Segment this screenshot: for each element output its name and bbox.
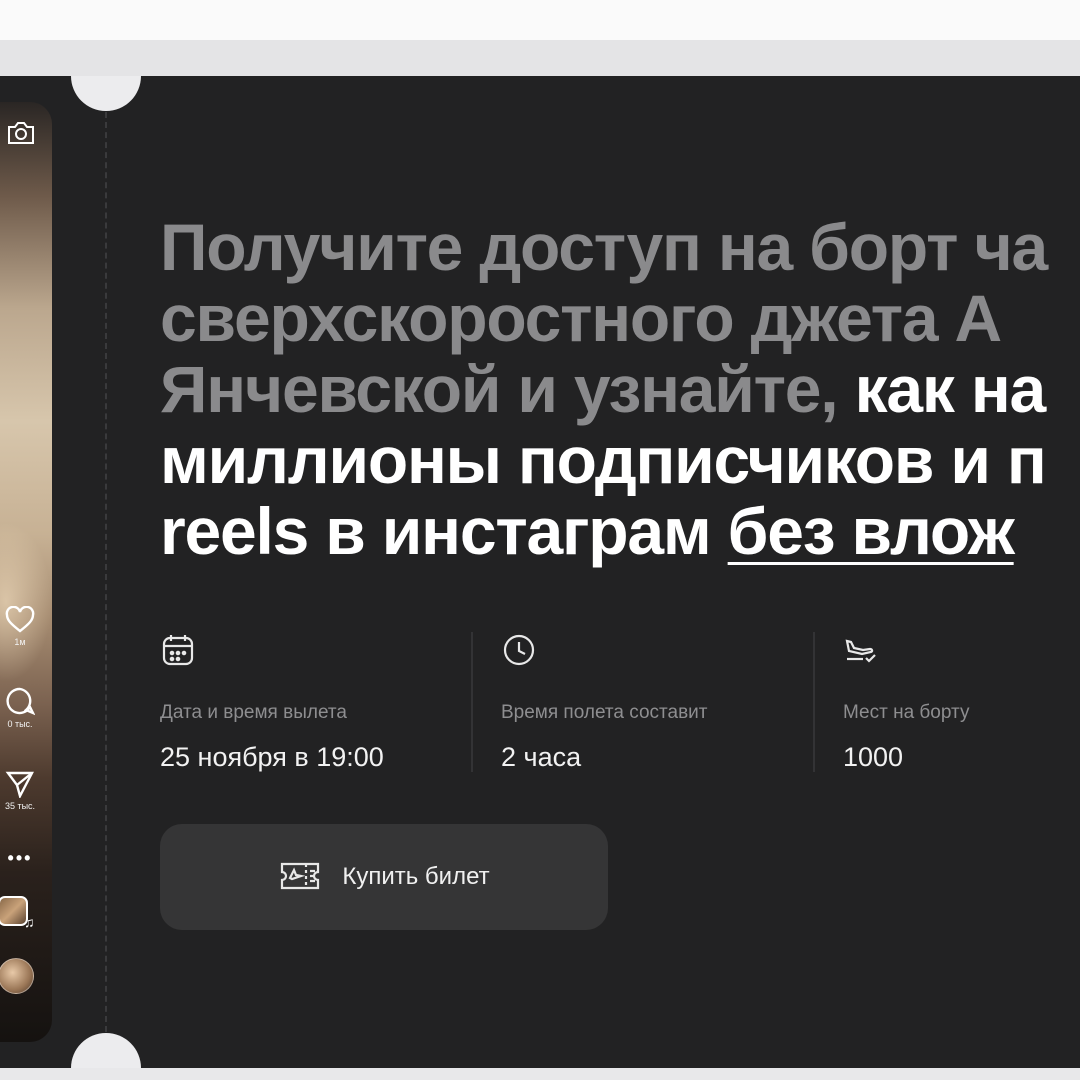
ticket-notch-bottom [71,1033,141,1068]
share-action[interactable]: 35 тыс. [0,770,40,811]
header-band [0,40,1080,76]
info-label: Дата и время вылета [160,702,347,723]
buy-ticket-button[interactable]: Купить билет [160,824,608,930]
ticket-perforation [105,112,107,1032]
comment-icon [6,687,35,716]
phone-light-glow [0,522,52,682]
ticket-icon [278,859,322,896]
comment-count: 0 тыс. [7,719,33,729]
share-count: 35 тыс. [4,801,36,811]
info-divider [813,632,815,772]
like-action[interactable]: 1м [0,606,40,647]
info-value: 25 ноября в 19:00 [160,742,384,772]
more-icon[interactable]: ••• [0,848,40,869]
ticket-notch-top [71,76,141,111]
like-count: 1м [14,637,26,647]
page-title: Получите доступ на борт ча сверхскоростн… [160,212,1080,567]
headline-line-3-bright: как на [854,352,1047,426]
headline-line-3-dim: Янчевской и узнайте, [160,352,855,426]
comment-action[interactable]: 0 тыс. [0,686,40,729]
buy-ticket-label: Купить билет [342,863,490,890]
headline-line-5: reels в инстаграм [160,494,728,568]
avatar[interactable] [0,958,34,994]
music-icon: ♫ [24,914,35,930]
footer-band [0,1068,1080,1080]
plane-landing-icon [843,632,879,673]
calendar-icon [160,632,196,673]
camera-icon[interactable] [6,120,36,151]
top-strip [0,0,1080,40]
info-label: Мест на борту [843,702,970,723]
info-value: 1000 [843,742,904,772]
headline-underlined-phrase: без влож [727,494,1015,568]
info-value: 2 часа [501,742,582,772]
info-divider [471,632,473,772]
send-icon [5,771,34,798]
reels-phone-mockup: 1м 0 тыс. 35 тыс. ••• ♫ [0,102,52,1042]
headline-line-4: миллионы подписчиков и п [160,423,1047,497]
info-label: Время полета составит [501,702,708,723]
heart-icon [5,606,35,633]
ticket-card: 1м 0 тыс. 35 тыс. ••• ♫ Получите доступ … [0,76,1080,1068]
clock-icon [501,632,537,673]
headline-line-1: Получите доступ на борт ча [160,210,1048,284]
headline-line-2: сверхскоростного джета А [160,281,1002,355]
